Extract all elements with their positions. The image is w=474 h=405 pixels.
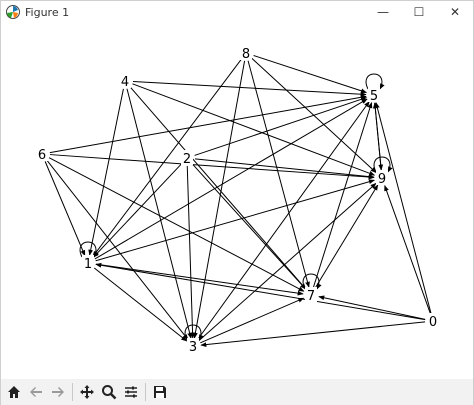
edge-6-3 (46, 159, 189, 341)
edge-2-5 (194, 97, 367, 156)
edge-6-1 (44, 161, 86, 257)
node-label-2[interactable]: 2 (183, 152, 191, 167)
zoom-button[interactable] (98, 381, 120, 403)
toolbar-separator (72, 383, 73, 401)
edge-4-5 (132, 80, 367, 97)
forward-icon (52, 387, 64, 397)
configure-icon (125, 386, 137, 398)
node-label-8[interactable]: 8 (242, 47, 250, 62)
self-loop-5 (365, 73, 385, 90)
node-label-4[interactable]: 4 (121, 75, 129, 90)
edge-2-7 (191, 163, 307, 290)
edge-2-3 (186, 165, 195, 339)
node-label-9[interactable]: 9 (378, 172, 386, 187)
node-label-7[interactable]: 7 (307, 289, 315, 304)
configure-subplots-button[interactable] (120, 381, 142, 403)
navigation-toolbar (1, 379, 473, 405)
edge-1-7 (95, 263, 304, 296)
back-icon (30, 387, 42, 397)
edge-0-3 (200, 321, 426, 347)
title-bar[interactable]: Figure 1 — ☐ ✕ (1, 1, 473, 23)
edge-8-3 (193, 60, 246, 339)
node-label-0[interactable]: 0 (429, 315, 437, 330)
minimize-button[interactable]: — (365, 1, 401, 23)
edge-8-5 (253, 55, 367, 94)
figure-window: Figure 1 — ☐ ✕ 0 1 2 3 4 5 6 7 8 9 (0, 0, 474, 405)
maximize-button[interactable]: ☐ (401, 1, 437, 23)
back-button[interactable] (25, 381, 47, 403)
edge-0-7 (318, 295, 426, 320)
edge-6-5 (49, 94, 367, 154)
edge-1-9 (95, 179, 375, 262)
edge-6-9 (49, 154, 375, 180)
toolbar-separator (145, 383, 146, 401)
edge-2-9 (194, 158, 375, 180)
edge-0-9 (384, 184, 431, 314)
close-button[interactable]: ✕ (437, 1, 473, 23)
matplotlib-logo-icon (6, 5, 20, 19)
node-labels-layer: 0 1 2 3 4 5 6 7 8 9 (36, 45, 439, 355)
node-label-1[interactable]: 1 (84, 257, 92, 272)
node-label-3[interactable]: 3 (189, 340, 197, 355)
edge-4-9 (132, 83, 376, 176)
edge-3-5 (197, 101, 370, 340)
edge-8-7 (247, 60, 310, 288)
edge-2-1 (93, 163, 182, 258)
save-button[interactable] (149, 381, 171, 403)
pan-button[interactable] (76, 381, 98, 403)
forward-button[interactable] (47, 381, 69, 403)
window-title: Figure 1 (25, 5, 70, 19)
pan-icon (80, 385, 94, 399)
home-button[interactable] (3, 381, 25, 403)
edge-0-1 (95, 262, 426, 321)
save-icon (154, 386, 166, 398)
window-controls: — ☐ ✕ (365, 1, 473, 23)
edge-4-7 (129, 86, 307, 290)
edge-0-5 (375, 102, 432, 314)
home-icon (8, 386, 20, 398)
zoom-icon (102, 385, 117, 400)
edge-7-9 (314, 184, 379, 289)
node-label-5[interactable]: 5 (370, 89, 378, 104)
node-label-6[interactable]: 6 (38, 148, 46, 163)
graph-canvas[interactable]: 0 1 2 3 4 5 6 7 8 9 (1, 23, 473, 379)
self-loop-9 (373, 156, 393, 173)
edge-8-1 (92, 59, 242, 258)
